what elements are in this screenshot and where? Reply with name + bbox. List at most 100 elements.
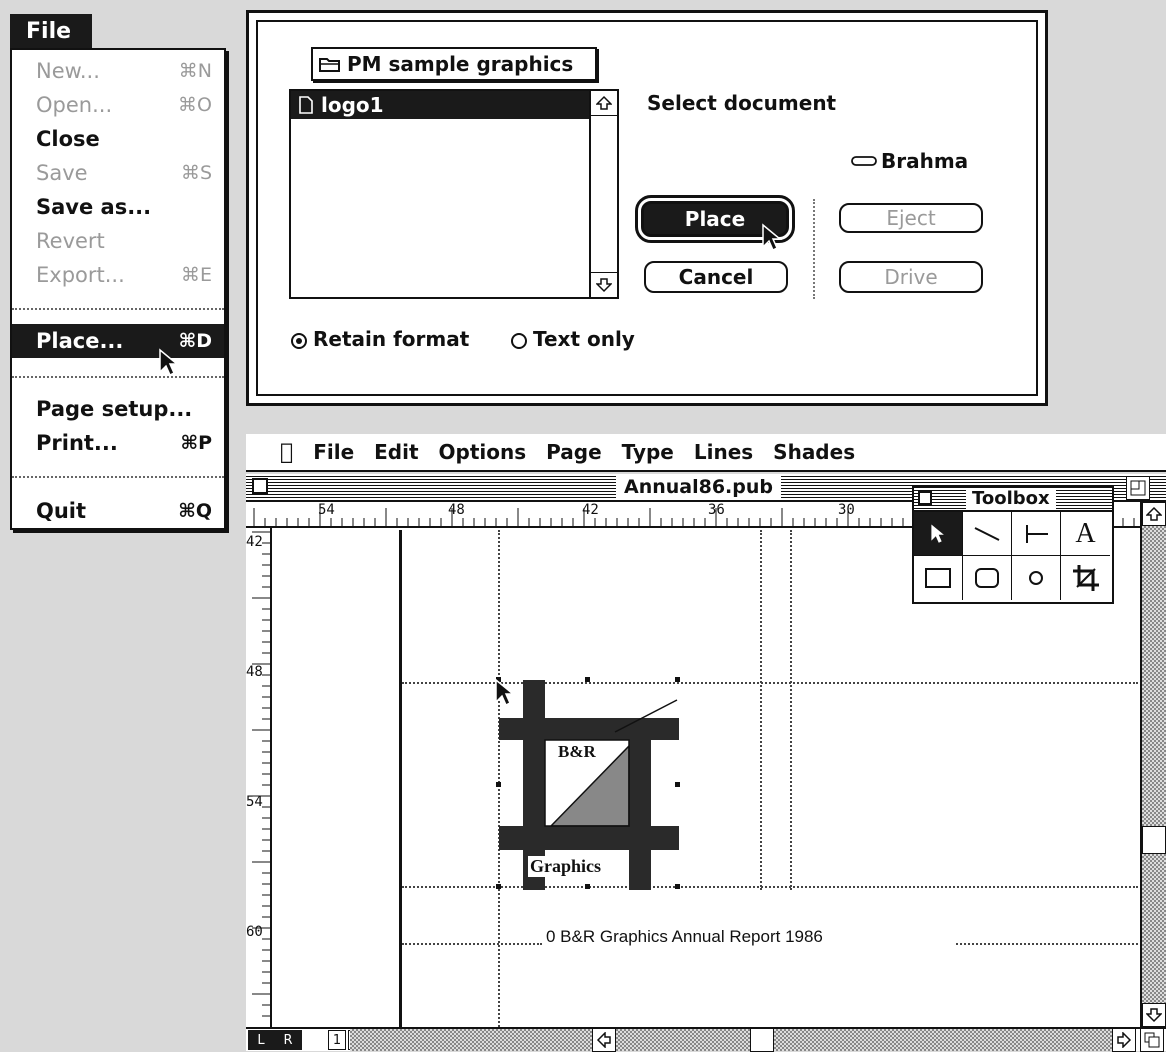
text-tool[interactable]: A xyxy=(1061,512,1110,556)
text-tool-icon: A xyxy=(1075,517,1096,549)
file-list-item[interactable]: logo1 xyxy=(291,91,591,119)
diagonal-line-icon xyxy=(974,526,1000,541)
menu-separator xyxy=(12,476,224,478)
file-menu-title[interactable]: File xyxy=(10,14,92,48)
menu-item-save-as[interactable]: Save as... xyxy=(12,190,224,224)
radio-unselected-icon xyxy=(511,332,527,349)
mouse-pointer-icon xyxy=(495,678,516,707)
column-guide[interactable] xyxy=(790,530,792,890)
disk-icon xyxy=(851,156,877,166)
menu-item-export: Export... ⌘E xyxy=(12,258,224,292)
ruler-label: 30 xyxy=(838,502,855,518)
menu-item-label: Quit xyxy=(36,499,87,523)
file-list[interactable]: logo1 xyxy=(289,89,619,299)
scroll-down-arrow-icon[interactable] xyxy=(1142,1003,1166,1027)
menu-item-label: Page setup... xyxy=(36,397,193,421)
toolbox-titlebar[interactable]: Toolbox xyxy=(914,488,1112,512)
menu-item-shortcut: ⌘O xyxy=(178,94,212,116)
menu-item-quit[interactable]: Quit ⌘Q xyxy=(12,494,224,528)
menu-file[interactable]: File xyxy=(313,440,354,464)
scroll-thumb[interactable] xyxy=(1142,826,1166,854)
menu-item-label: Print... xyxy=(36,431,118,455)
menu-item-label: Save as... xyxy=(36,195,152,219)
folder-name: PM sample graphics xyxy=(347,52,574,76)
menu-item-print[interactable]: Print... ⌘P xyxy=(12,426,224,460)
crop-tool[interactable] xyxy=(1061,556,1110,600)
menu-separator xyxy=(12,376,224,378)
folder-popup[interactable]: PM sample graphics xyxy=(311,47,597,81)
ruler-label: 54 xyxy=(246,794,263,810)
scroll-down-arrow-icon[interactable] xyxy=(591,272,617,297)
page-edge xyxy=(399,530,402,1027)
ruler-label: 42 xyxy=(246,534,263,550)
retain-format-radio[interactable]: Retain format xyxy=(291,327,469,351)
oval-tool[interactable] xyxy=(1012,556,1061,600)
apple-menu-icon[interactable]:  xyxy=(280,440,293,465)
scroll-right-arrow-icon[interactable] xyxy=(1112,1028,1136,1052)
scroll-up-arrow-icon[interactable] xyxy=(591,91,617,116)
menu-item-page-setup[interactable]: Page setup... xyxy=(12,392,224,426)
menu-item-shortcut: ⌘D xyxy=(178,330,212,352)
menu-item-label: Place... xyxy=(36,329,124,353)
close-box-icon[interactable] xyxy=(918,491,932,505)
master-pages-icon[interactable]: L R xyxy=(248,1030,302,1050)
menu-shades[interactable]: Shades xyxy=(773,440,855,464)
menu-lines[interactable]: Lines xyxy=(694,440,753,464)
column-guide[interactable] xyxy=(760,530,762,890)
vertical-scrollbar[interactable] xyxy=(1140,502,1166,1027)
drive-button: Drive xyxy=(839,261,983,293)
close-box-icon[interactable] xyxy=(252,478,268,494)
menu-item-label: Open... xyxy=(36,93,113,117)
ruler-label: 36 xyxy=(708,502,725,518)
mouse-pointer-icon xyxy=(159,348,180,377)
menu-page[interactable]: Page xyxy=(546,440,602,464)
size-box-icon[interactable] xyxy=(1140,1028,1164,1052)
zoom-box-icon[interactable] xyxy=(1126,476,1150,500)
text-only-radio[interactable]: Text only xyxy=(511,327,635,351)
perpendicular-line-icon xyxy=(1026,524,1048,543)
disk-name: Brahma xyxy=(881,149,969,173)
vertical-ruler: 42 48 54 60 xyxy=(246,528,272,1027)
radio-label: Text only xyxy=(533,327,635,351)
radio-label: Retain format xyxy=(313,327,470,351)
menu-item-place[interactable]: Place... ⌘D xyxy=(12,324,224,358)
perpendicular-line-tool[interactable] xyxy=(1012,512,1061,556)
menu-edit[interactable]: Edit xyxy=(374,440,418,464)
scroll-thumb[interactable] xyxy=(750,1028,774,1052)
menu-item-open: Open... ⌘O xyxy=(12,88,224,122)
rounded-rectangle-icon xyxy=(975,568,999,588)
menu-item-label: Export... xyxy=(36,263,125,287)
dialog-divider xyxy=(813,199,815,299)
left-master-label: L xyxy=(257,1032,265,1048)
cancel-button[interactable]: Cancel xyxy=(644,261,788,293)
rounded-rectangle-tool[interactable] xyxy=(963,556,1012,600)
menu-item-close[interactable]: Close xyxy=(12,122,224,156)
page-1-icon[interactable]: 1 xyxy=(328,1030,346,1050)
ruler-label: 60 xyxy=(246,924,263,940)
menu-item-shortcut: ⌘Q xyxy=(178,500,212,522)
document-title: Annual86.pub xyxy=(616,476,782,498)
eject-button: Eject xyxy=(839,203,983,233)
scroll-left-arrow-icon[interactable] xyxy=(592,1028,616,1052)
pointer-tool[interactable] xyxy=(914,512,963,556)
app-menubar:  File Edit Options Page Type Lines Shad… xyxy=(246,434,1166,472)
diagonal-line-tool[interactable] xyxy=(963,512,1012,556)
logo-text-bottom: Graphics xyxy=(528,856,604,877)
arrow-pointer-icon xyxy=(931,523,944,543)
rectangle-tool[interactable] xyxy=(914,556,963,600)
file-list-scrollbar[interactable] xyxy=(589,91,617,297)
place-dialog: PM sample graphics logo1 Select document… xyxy=(246,10,1048,406)
oval-icon xyxy=(1029,571,1043,585)
menu-options[interactable]: Options xyxy=(439,440,527,464)
page-caption[interactable]: 0 B&R Graphics Annual Report 1986 xyxy=(546,927,823,947)
menu-item-shortcut: ⌘N xyxy=(178,60,212,82)
menu-type[interactable]: Type xyxy=(622,440,674,464)
toolbox-palette[interactable]: Toolbox A xyxy=(912,486,1114,604)
menu-item-revert: Revert xyxy=(12,224,224,258)
scroll-up-arrow-icon[interactable] xyxy=(1142,502,1166,526)
disk-label: Brahma xyxy=(851,149,968,173)
rectangle-icon xyxy=(925,568,951,588)
horizontal-scrollbar[interactable] xyxy=(350,1029,1112,1051)
document-icon xyxy=(299,96,313,114)
right-master-label: R xyxy=(283,1032,293,1048)
